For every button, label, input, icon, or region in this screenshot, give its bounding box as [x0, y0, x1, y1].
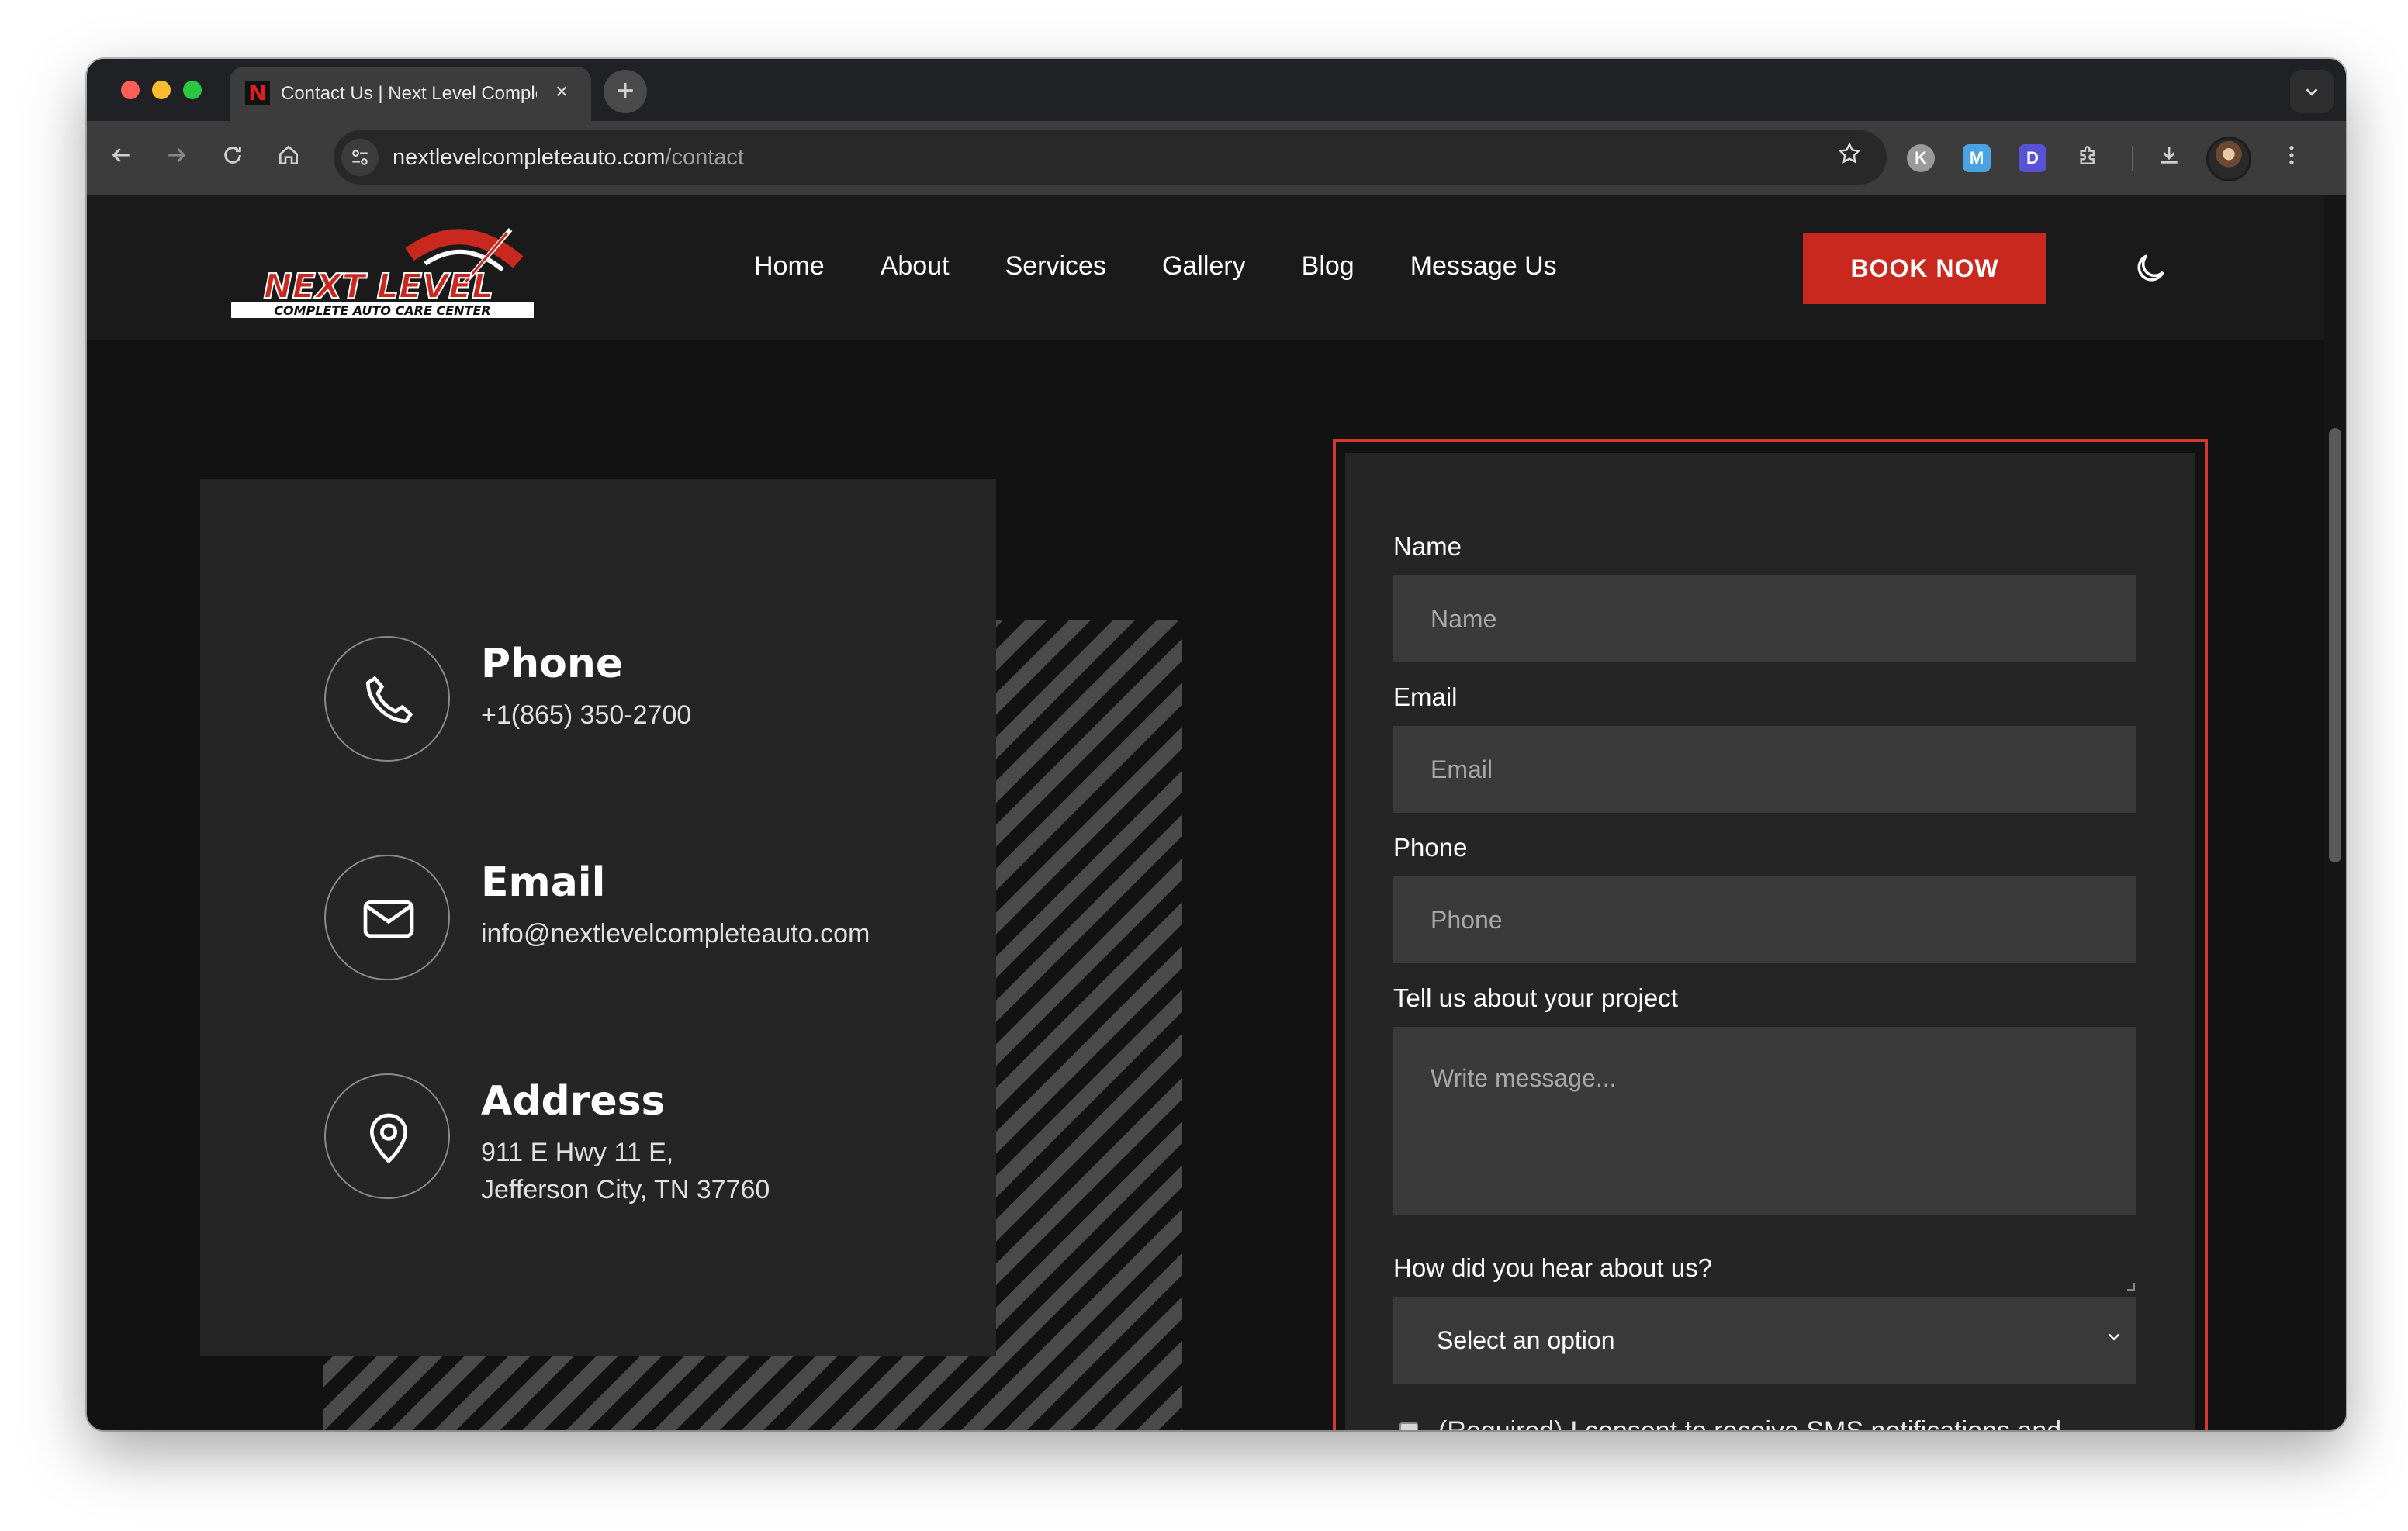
contact-phone-row: Phone +1(865) 350-2700: [324, 636, 960, 768]
extensions-button[interactable]: [2073, 143, 2104, 174]
project-message-textarea[interactable]: [1393, 1027, 2136, 1215]
download-icon: [2161, 147, 2178, 164]
email-icon-circle: [324, 855, 450, 980]
url-text[interactable]: nextlevelcompleteauto.com/contact: [393, 145, 744, 171]
email-label: Email: [1393, 683, 1458, 711]
phone-title: Phone: [481, 641, 624, 687]
nav-item-message-us[interactable]: Message Us: [1410, 251, 1557, 289]
chevron-down-icon: [2108, 1333, 2120, 1341]
browser-toolbar: nextlevelcompleteauto.com/contact K M D: [87, 121, 2346, 195]
url-path: /contact: [665, 145, 744, 170]
hear-about-label: How did you hear about us?: [1393, 1253, 1712, 1282]
url-domain: nextlevelcompleteauto.com: [393, 145, 666, 170]
new-tab-button[interactable]: +: [604, 70, 647, 113]
tab-strip: N Contact Us | Next Level Complete Auto …: [87, 59, 2346, 121]
sms-consent-checkbox[interactable]: [1399, 1422, 1418, 1430]
extension-m-icon[interactable]: M: [1963, 144, 1991, 172]
phone-label: Phone: [1393, 833, 1468, 862]
site-favicon-icon: N: [245, 81, 270, 105]
address-title: Address: [481, 1078, 666, 1125]
contact-email-row: Email info@nextlevelcompleteauto.com: [324, 855, 960, 987]
chevron-down-icon: [2306, 88, 2318, 96]
nav-item-gallery[interactable]: Gallery: [1162, 251, 1246, 289]
profile-avatar[interactable]: [2206, 137, 2251, 181]
maximize-window-button[interactable]: [183, 81, 202, 99]
site-logo[interactable]: COMPLETE AUTO CARE CENTER NEXT LEVEL: [231, 223, 541, 320]
mail-icon: [363, 900, 414, 938]
reload-button[interactable]: [217, 143, 248, 174]
email-title: Email: [481, 859, 606, 906]
tab-title: Contact Us | Next Level Complete Auto Ca…: [281, 83, 537, 104]
name-input[interactable]: [1393, 575, 2136, 662]
browser-tab-contact[interactable]: N Contact Us | Next Level Complete Auto …: [230, 67, 591, 121]
tune-icon: [352, 150, 368, 165]
nav-item-blog[interactable]: Blog: [1302, 251, 1354, 289]
home-icon: [279, 145, 298, 164]
site-info-button[interactable]: [341, 139, 379, 176]
nav-item-home[interactable]: Home: [754, 251, 825, 289]
nav-item-services[interactable]: Services: [1005, 251, 1106, 289]
extension-k-icon[interactable]: K: [1907, 144, 1935, 172]
tab-search-button[interactable]: [2290, 70, 2334, 113]
page-viewport: COMPLETE AUTO CARE CENTER NEXT LEVEL Hom…: [87, 195, 2346, 1430]
email-value[interactable]: info@nextlevelcompleteauto.com: [481, 915, 870, 952]
phone-value[interactable]: +1(865) 350-2700: [481, 696, 691, 734]
more-vertical-icon: [2289, 146, 2294, 164]
logo-title: NEXT LEVEL: [264, 267, 493, 306]
bookmark-button[interactable]: [1834, 141, 1865, 172]
minimize-window-button[interactable]: [152, 81, 171, 99]
reload-icon: [224, 147, 241, 164]
address-icon-circle: [324, 1073, 450, 1199]
home-button[interactable]: [273, 143, 304, 174]
hear-about-select[interactable]: Select an option: [1393, 1297, 2136, 1384]
textarea-resize-handle[interactable]: [2127, 1283, 2135, 1291]
theme-toggle-button[interactable]: [2132, 250, 2169, 287]
browser-window: N Contact Us | Next Level Complete Auto …: [87, 59, 2346, 1430]
site-header: COMPLETE AUTO CARE CENTER NEXT LEVEL Hom…: [87, 195, 2324, 340]
moon-icon: [2137, 254, 2164, 282]
downloads-button[interactable]: [2154, 143, 2185, 174]
contact-info-card: Phone +1(865) 350-2700 Email info@nextle…: [200, 479, 996, 1356]
forward-button[interactable]: [161, 143, 192, 174]
hear-about-selected: Select an option: [1437, 1326, 1615, 1354]
toolbar-divider: [2132, 146, 2133, 171]
phone-icon-circle: [324, 636, 450, 762]
star-icon: [1838, 142, 1861, 164]
phone-icon: [365, 676, 413, 724]
back-button[interactable]: [106, 143, 137, 174]
map-pin-icon: [369, 1113, 408, 1164]
speedometer-logo-icon: COMPLETE AUTO CARE CENTER NEXT LEVEL: [231, 228, 534, 318]
project-label: Tell us about your project: [1393, 983, 1678, 1012]
page-scrollbar[interactable]: [2324, 195, 2346, 1430]
sms-consent-label: (Required) I consent to receive SMS noti…: [1438, 1413, 2121, 1430]
phone-input[interactable]: [1393, 876, 2136, 963]
address-line-2: Jefferson City, TN 37760: [481, 1175, 770, 1204]
contact-address-row: Address 911 E Hwy 11 E, Jefferson City, …: [324, 1073, 960, 1205]
arrow-right-icon: [168, 147, 186, 163]
email-input[interactable]: [1393, 726, 2136, 813]
main-nav: Home About Services Gallery Blog Message…: [754, 251, 1613, 289]
puzzle-icon: [2080, 146, 2095, 164]
address-bar[interactable]: nextlevelcompleteauto.com/contact: [334, 130, 1887, 185]
extension-d-icon[interactable]: D: [2019, 144, 2046, 172]
address-value: 911 E Hwy 11 E, Jefferson City, TN 37760: [481, 1134, 770, 1208]
arrow-left-icon: [112, 147, 130, 163]
close-window-button[interactable]: [121, 81, 140, 99]
name-label: Name: [1393, 532, 1462, 561]
scrollbar-thumb[interactable]: [2329, 428, 2341, 862]
address-line-1: 911 E Hwy 11 E,: [481, 1138, 674, 1167]
tab-close-icon[interactable]: ×: [549, 79, 574, 104]
browser-menu-button[interactable]: [2276, 143, 2307, 174]
nav-item-about[interactable]: About: [881, 251, 950, 289]
book-now-button[interactable]: BOOK NOW: [1803, 233, 2046, 304]
